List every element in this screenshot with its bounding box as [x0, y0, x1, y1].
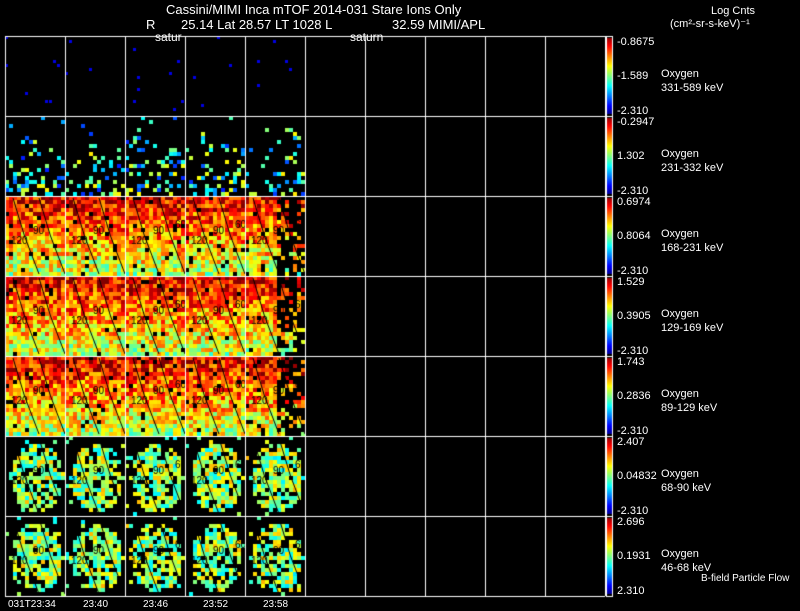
object-label-2: saturn — [350, 30, 384, 44]
colorbar-max-label: -0.2947 — [617, 116, 655, 128]
energy-label: 68-90 keV — [661, 482, 712, 494]
units-label-1: Log Cnts — [711, 5, 756, 17]
colorbar-max-label: 2.696 — [617, 516, 645, 528]
colorbar-mid-label: 1.302 — [617, 150, 645, 162]
time-tick-label: 23:58 — [263, 599, 289, 610]
units-label-2: (cm²-sr-s-keV)⁻¹ — [670, 18, 750, 30]
colorbar-mid-label: 0.1931 — [617, 550, 651, 562]
colorbar-min-label: 2.310 — [617, 585, 645, 597]
energy-label: 231-332 keV — [661, 162, 724, 174]
energy-label: 129-169 keV — [661, 322, 724, 334]
colorbar-mid-label: 0.2836 — [617, 390, 651, 402]
colorbar-max-label: 0.6974 — [617, 196, 651, 208]
subtitle-position: 25.14 Lat 28.57 LT 1028 L — [181, 17, 333, 32]
energy-label: 168-231 keV — [661, 242, 724, 254]
energy-label: 89-129 keV — [661, 402, 718, 414]
plot-title: Cassini/MIMI Inca mTOF 2014-031 Stare Io… — [166, 2, 462, 17]
subtitle-lshell: 32.59 MIMI/APL — [392, 17, 486, 32]
colorbar-max-label: 2.407 — [617, 436, 645, 448]
energy-label: 331-589 keV — [661, 82, 724, 94]
colorbar-mid-label: 0.3905 — [617, 310, 651, 322]
object-label-1: satur — [155, 30, 182, 44]
flow-label: B-field Particle Flow — [701, 573, 790, 584]
colorbar-max-label: 1.743 — [617, 356, 645, 368]
time-tick-label: 23:46 — [143, 599, 169, 610]
time-tick-label: 031T23:34 — [8, 599, 56, 610]
time-tick-label: 23:40 — [83, 599, 109, 610]
colorbar-mid-label: 0.04832 — [617, 470, 657, 482]
colorbar-mid-label: -1.589 — [617, 70, 649, 82]
subtitle-r: R — [146, 17, 156, 32]
colorbar-max-label: -0.8675 — [617, 36, 655, 48]
colorbar-mid-label: 0.8064 — [617, 230, 651, 242]
colorbar-max-label: 1.529 — [617, 276, 645, 288]
time-tick-label: 23:52 — [203, 599, 229, 610]
